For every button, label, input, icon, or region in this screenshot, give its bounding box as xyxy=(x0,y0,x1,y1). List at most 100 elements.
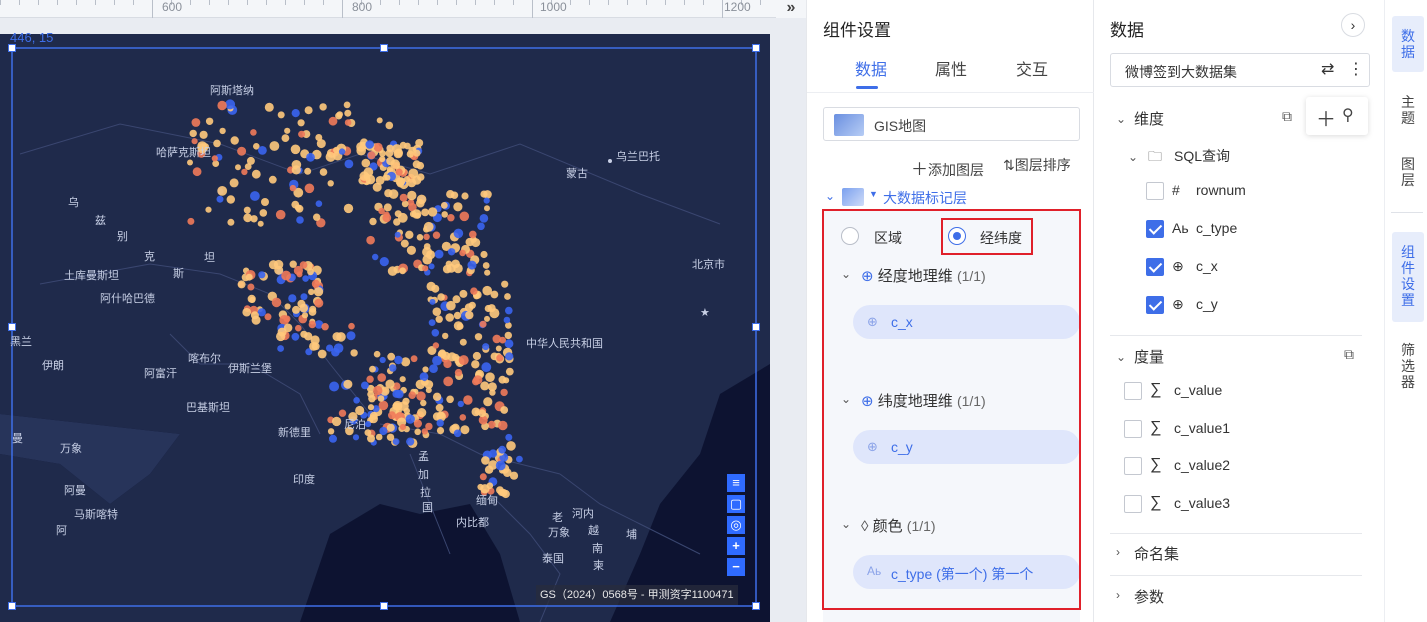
side-tab-filters[interactable]: 筛选器 xyxy=(1392,342,1424,402)
ruler-tick xyxy=(133,0,134,5)
data-point xyxy=(299,261,308,269)
tab-properties[interactable]: 属性 xyxy=(935,56,967,80)
chevron-down-icon[interactable]: ⌄ xyxy=(1128,150,1138,164)
list-icon[interactable]: ≡ xyxy=(727,474,745,492)
zoom-out-icon[interactable]: − xyxy=(727,558,745,576)
globe-icon: ⊕ xyxy=(1172,296,1184,312)
data-point xyxy=(454,368,463,377)
locate-icon[interactable]: ◎ xyxy=(727,516,745,534)
side-tab-theme[interactable]: 主题 xyxy=(1392,94,1424,134)
data-point xyxy=(276,331,286,342)
ruler-tick xyxy=(0,0,1,5)
data-point xyxy=(443,359,452,369)
map-label: 坦 xyxy=(204,250,215,264)
data-point xyxy=(394,210,402,218)
field-checkbox[interactable] xyxy=(1146,258,1164,276)
params-section[interactable]: 参数 xyxy=(1134,586,1164,607)
data-point xyxy=(412,160,421,169)
dimension-field-name[interactable]: c_type xyxy=(1196,220,1237,236)
search-icon[interactable]: ⚲ xyxy=(1342,105,1354,125)
data-point xyxy=(432,307,442,317)
data-point xyxy=(505,352,514,361)
copy-icon[interactable]: ⧉ xyxy=(1282,108,1292,125)
dimension-field-name[interactable]: c_y xyxy=(1196,296,1218,312)
data-point xyxy=(314,298,324,308)
data-point xyxy=(365,140,375,149)
data-point xyxy=(399,267,406,275)
add-layer-button[interactable]: ＋添加图层 xyxy=(911,155,984,180)
chevron-right-icon[interactable]: › xyxy=(1116,588,1120,602)
chevron-down-icon[interactable]: ⌄ xyxy=(1116,112,1126,126)
copy-icon[interactable]: ⧉ xyxy=(1344,346,1354,363)
named-sets-section[interactable]: 命名集 xyxy=(1134,543,1179,564)
field-checkbox[interactable] xyxy=(1146,182,1164,200)
data-point xyxy=(499,336,506,344)
chevron-down-icon[interactable]: ⌄ xyxy=(825,189,835,203)
side-tab-layers[interactable]: 图层 xyxy=(1392,156,1424,196)
field-checkbox[interactable] xyxy=(1124,457,1142,475)
field-checkbox[interactable] xyxy=(1146,296,1164,314)
data-point xyxy=(498,420,508,431)
frame-icon[interactable]: ▢ xyxy=(727,495,745,513)
dataset-select[interactable]: 微博签到大数据集 ⇄ ⋮ xyxy=(1110,53,1370,87)
side-tab-component-settings[interactable]: 组件设置 xyxy=(1392,232,1424,322)
data-point xyxy=(289,260,297,268)
ruler-tick xyxy=(399,0,400,5)
chevron-down-icon[interactable]: ⌄ xyxy=(1116,350,1126,364)
zoom-in-icon[interactable]: + xyxy=(727,537,745,555)
data-point xyxy=(442,264,452,274)
data-point xyxy=(429,298,436,305)
chart-type-select[interactable]: GIS地图 xyxy=(823,107,1080,141)
data-point xyxy=(495,345,502,352)
field-checkbox[interactable] xyxy=(1124,494,1142,513)
dimension-field-name[interactable]: rownum xyxy=(1196,182,1246,198)
measure-field-name[interactable]: c_value2 xyxy=(1174,457,1230,473)
ruler-tick xyxy=(627,0,628,5)
field-checkbox[interactable] xyxy=(1124,419,1142,438)
data-point xyxy=(261,198,269,206)
data-point xyxy=(327,180,334,187)
data-point xyxy=(230,136,239,145)
caret-down-icon[interactable]: ▼ xyxy=(869,189,878,199)
data-point xyxy=(424,380,434,389)
data-point xyxy=(434,249,444,259)
map-label: 河内 xyxy=(572,506,594,520)
data-point xyxy=(427,207,438,217)
plus-icon[interactable]: ＋ xyxy=(1316,103,1336,132)
chevron-right-icon[interactable]: › xyxy=(1341,13,1365,37)
map-label: 阿富汗 xyxy=(144,366,177,380)
field-checkbox[interactable] xyxy=(1146,220,1164,238)
data-point xyxy=(304,167,312,175)
tab-data[interactable]: 数据 xyxy=(855,56,887,80)
selection-handle xyxy=(8,44,16,52)
swap-icon[interactable]: ⇄ xyxy=(1321,59,1334,79)
field-checkbox[interactable] xyxy=(1124,382,1142,400)
data-point xyxy=(388,189,399,199)
double-chevron-right-icon[interactable]: » xyxy=(776,0,806,18)
measure-field-name[interactable]: c_value3 xyxy=(1174,495,1230,511)
data-point xyxy=(304,183,315,194)
ruler-label: 1200 xyxy=(724,0,751,14)
data-point xyxy=(290,144,301,155)
measure-field-name[interactable]: c_value1 xyxy=(1174,420,1230,436)
map-label: 加 xyxy=(418,468,429,481)
dimension-field-name[interactable]: c_x xyxy=(1196,258,1218,274)
measure-field-name[interactable]: c_value xyxy=(1174,382,1222,398)
map-label: 万象 xyxy=(60,442,82,455)
data-point xyxy=(281,134,290,142)
chevron-right-icon[interactable]: › xyxy=(1116,545,1120,559)
data-point xyxy=(264,102,274,112)
more-vertical-icon[interactable]: ⋮ xyxy=(1348,59,1364,79)
data-point xyxy=(319,168,328,176)
data-point xyxy=(302,275,309,282)
data-point xyxy=(431,284,440,293)
sql-query-node[interactable]: SQL查询 xyxy=(1174,146,1230,166)
side-tab-data[interactable]: 数据 xyxy=(1392,16,1424,72)
tab-interaction[interactable]: 交互 xyxy=(1016,56,1048,80)
data-point xyxy=(423,243,431,250)
sort-layers-button[interactable]: ⇅图层排序 xyxy=(1003,155,1071,175)
gis-map[interactable]: 阿斯塔纳 哈萨克斯坦 乌兰巴托 蒙古乌兹别克斯 坦土库曼斯坦 阿什哈巴德 北京市 喀布尔 伊斯兰… xyxy=(0,34,770,622)
data-point xyxy=(445,313,455,322)
dimension-section-title: 维度 xyxy=(1134,111,1165,128)
data-point xyxy=(217,186,228,196)
